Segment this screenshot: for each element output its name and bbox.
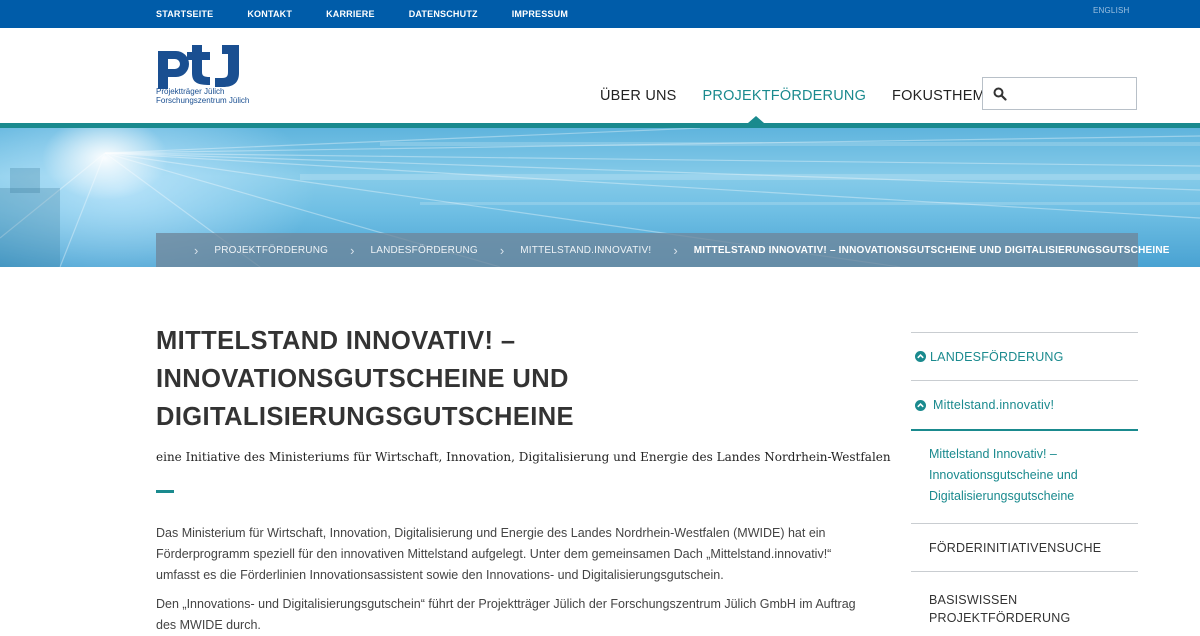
- chevron-right-icon: ›: [673, 242, 678, 258]
- breadcrumb-mittelstand-innovativ[interactable]: MITTELSTAND.INNOVATIV!: [520, 245, 651, 256]
- breadcrumb: › PROJEKTFÖRDERUNG › LANDESFÖRDERUNG › M…: [156, 233, 1169, 267]
- logo-line-1: Projektträger Jülich: [156, 87, 225, 96]
- breadcrumb-current: MITTELSTAND INNOVATIV! – INNOVATIONSGUTS…: [693, 244, 1170, 256]
- top-utility-bar: STARTSEITE KONTAKT KARRIERE DATENSCHUTZ …: [0, 0, 1200, 28]
- search-box[interactable]: [982, 77, 1137, 110]
- paragraph-1: Das Ministerium für Wirtschaft, Innovati…: [156, 526, 832, 582]
- sidebar-item-basiswissen[interactable]: BASISWISSEN PROJEKTFÖRDERUNG: [911, 572, 1070, 627]
- sidebar-item-label: Mittelstand.innovativ!: [933, 398, 1055, 412]
- chevron-right-icon: ›: [194, 242, 199, 258]
- sidebar-navigation: LANDESFÖRDERUNG Mittelstand.innovativ! M…: [911, 332, 1138, 627]
- paragraph-2: Den „Innovations- und Digitalisierungsgu…: [156, 597, 856, 632]
- search-icon[interactable]: [993, 87, 1007, 101]
- chevron-up-circle-icon: [915, 399, 926, 411]
- sidebar-item-foerderinitiativensuche[interactable]: FÖRDERINITIATIVENSUCHE: [911, 524, 1138, 571]
- utility-link-startseite[interactable]: STARTSEITE: [156, 9, 213, 19]
- nav-ueber-uns[interactable]: ÜBER UNS: [600, 88, 677, 104]
- sidebar-item-current-page[interactable]: Mittelstand Innovativ! – Innovationsguts…: [911, 431, 1138, 523]
- sidebar-item-label: LANDESFÖRDERUNG: [930, 349, 1064, 364]
- ptj-logo-mark: [158, 45, 239, 89]
- hero-banner: › PROJEKTFÖRDERUNG › LANDESFÖRDERUNG › M…: [0, 128, 1200, 267]
- ptj-logo[interactable]: Projektträger Jülich Forschungszentrum J…: [156, 45, 256, 107]
- sidebar-item-mittelstand-innovativ[interactable]: Mittelstand.innovativ!: [911, 381, 1138, 429]
- logo-line-2: Forschungszentrum Jülich: [156, 96, 250, 105]
- utility-link-datenschutz[interactable]: DATENSCHUTZ: [409, 9, 478, 19]
- title-divider: [156, 490, 174, 493]
- main-content: MITTELSTAND INNOVATIV! – INNOVATIONSGUTS…: [156, 322, 891, 636]
- sidebar-item-landesfoerderung[interactable]: LANDESFÖRDERUNG: [911, 333, 1138, 380]
- site-header: Projektträger Jülich Forschungszentrum J…: [0, 28, 1200, 123]
- utility-link-karriere[interactable]: KARRIERE: [326, 9, 375, 19]
- chevron-right-icon: ›: [499, 242, 505, 258]
- breadcrumb-projektfoerderung[interactable]: PROJEKTFÖRDERUNG: [214, 245, 328, 256]
- logo-subtitle: Projektträger Jülich Forschungszentrum J…: [156, 87, 249, 105]
- page-lead: eine Initiative des Ministeriums für Wir…: [156, 450, 891, 464]
- main-navigation: ÜBER UNS PROJEKTFÖRDERUNG FOKUSTHEMEN: [600, 88, 1031, 104]
- chevron-right-icon: ›: [350, 242, 355, 258]
- search-input[interactable]: [1013, 83, 1131, 105]
- language-switch[interactable]: ENGLISH: [1093, 6, 1130, 15]
- chevron-up-circle-icon: [915, 351, 926, 362]
- breadcrumb-landesfoerderung[interactable]: LANDESFÖRDERUNG: [370, 245, 477, 256]
- active-nav-indicator: [748, 116, 764, 123]
- utility-link-kontakt[interactable]: KONTAKT: [247, 9, 292, 19]
- page-title: MITTELSTAND INNOVATIV! – INNOVATIONSGUTS…: [156, 327, 574, 431]
- utility-link-impressum[interactable]: IMPRESSUM: [512, 9, 568, 19]
- nav-projektfoerderung[interactable]: PROJEKTFÖRDERUNG: [703, 88, 867, 104]
- utility-nav: STARTSEITE KONTAKT KARRIERE DATENSCHUTZ …: [156, 0, 602, 28]
